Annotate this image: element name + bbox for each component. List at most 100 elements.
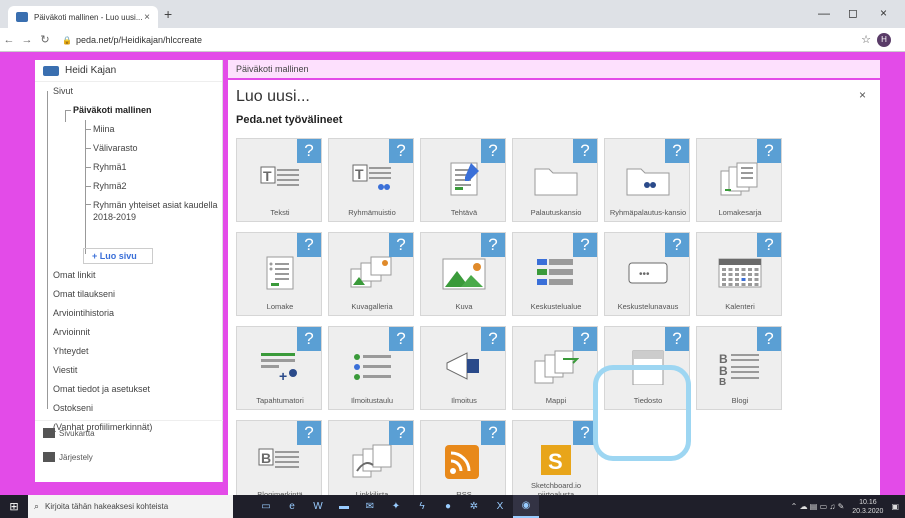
breadcrumb[interactable]: Päiväkoti mallinen — [228, 60, 880, 78]
maximize-button[interactable]: ◻ — [848, 6, 858, 20]
help-icon[interactable]: ? — [573, 233, 597, 257]
tool-tile-lomakesarja[interactable]: ? Lomakesarja — [696, 138, 782, 222]
help-icon[interactable]: ? — [665, 139, 689, 163]
sidebar-item-omat-tiedot[interactable]: Omat tiedot ja asetukset — [45, 380, 152, 399]
tool-tile-linkkilista[interactable]: ?Linkkilista — [328, 420, 414, 504]
tool-tile-tehtävä[interactable]: ? Tehtävä — [420, 138, 506, 222]
file-explorer-icon[interactable]: ▬ — [331, 495, 357, 518]
sidebar-item-ryhma2[interactable]: Ryhmä2 — [45, 177, 222, 196]
sidebar-item-ostokseni[interactable]: Ostokseni — [45, 399, 152, 418]
help-icon[interactable]: ? — [757, 327, 781, 351]
tool-tile-palautuskansio[interactable]: ? Palautuskansio — [512, 138, 598, 222]
tool-tile-kalenteri[interactable]: ? Kalenteri — [696, 232, 782, 316]
clock[interactable]: 10.16 20.3.2020 — [852, 498, 883, 516]
favicon-icon — [16, 12, 28, 22]
sidebar-user[interactable]: Heidi Kajan — [35, 60, 222, 82]
sidebar-item-ryhma1[interactable]: Ryhmä1 — [45, 158, 222, 177]
sidebar-item-ryhman-yhteiset[interactable]: Ryhmän yhteiset asiat kaudella 2018-2019 — [45, 196, 222, 224]
help-icon[interactable]: ? — [757, 139, 781, 163]
help-icon[interactable]: ? — [481, 139, 505, 163]
help-icon[interactable]: ? — [297, 327, 321, 351]
help-icon[interactable]: ? — [481, 421, 505, 445]
tool-tile-ryhmäpalautus-kansio[interactable]: ? Ryhmäpalautus-kansio — [604, 138, 690, 222]
help-icon[interactable]: ? — [297, 233, 321, 257]
sidebar-item-omat-linkit[interactable]: Omat linkit — [45, 266, 152, 285]
tool-tile-blogimerkintä[interactable]: B?Blogimerkintä — [236, 420, 322, 504]
tool-tile-ilmoitus[interactable]: ? Ilmoitus — [420, 326, 506, 410]
tool-tile-kuva[interactable]: ? Kuva — [420, 232, 506, 316]
arrange-link[interactable]: Järjestely — [35, 445, 223, 469]
tool-tile-keskustelualue[interactable]: ? Keskustelualue — [512, 232, 598, 316]
windows-start-icon[interactable]: ⊞ — [0, 500, 28, 513]
tool-tile-ryhmämuistio[interactable]: T? Ryhmämuistio — [328, 138, 414, 222]
sidebar-item-omat-tilaukseni[interactable]: Omat tilaukseni — [45, 285, 152, 304]
help-icon[interactable]: ? — [389, 421, 413, 445]
reload-icon[interactable]: ↻ — [36, 33, 54, 46]
tool-tile-keskustelunavaus[interactable]: •••? Keskustelunavaus — [604, 232, 690, 316]
tool-tile-rss[interactable]: ?RSS — [420, 420, 506, 504]
sidebar-item-arvioinnit[interactable]: Arvioinnit — [45, 323, 152, 342]
back-arrow-icon[interactable]: ← — [0, 34, 18, 46]
sidebar-item-yhteydet[interactable]: Yhteydet — [45, 342, 152, 361]
close-panel-button[interactable]: × — [859, 88, 866, 102]
dropbox-icon[interactable]: ✦ — [383, 495, 409, 518]
sidebar-item-arviointihistoria[interactable]: Arviointihistoria — [45, 304, 152, 323]
tool-tile-teksti[interactable]: T? Teksti — [236, 138, 322, 222]
settings-icon[interactable]: ✲ — [461, 495, 487, 518]
tool-label: Keskustelualue — [530, 302, 582, 311]
sidebar-item-paivakoti[interactable]: Päiväkoti mallinen — [45, 101, 222, 120]
blog-icon: BBB — [719, 352, 759, 385]
url-field[interactable]: 🔒 peda.net/p/Heidikajan/hlccreate — [62, 35, 202, 45]
app-icon[interactable]: ● — [435, 495, 461, 518]
sitemap-link[interactable]: Sivukartta — [35, 421, 223, 445]
taskbar-search[interactable]: ⌕ Kirjoita tähän hakeaksesi kohteista — [28, 495, 233, 518]
tool-tile-ilmoitustaulu[interactable]: ? Ilmoitustaulu — [328, 326, 414, 410]
tool-tile-kuvagalleria[interactable]: ? Kuvagalleria — [328, 232, 414, 316]
minimize-button[interactable]: — — [818, 6, 830, 20]
rss-icon — [445, 445, 479, 479]
help-icon[interactable]: ? — [573, 327, 597, 351]
help-icon[interactable]: ? — [297, 139, 321, 163]
sidebar-item-valivarasto[interactable]: Välivarasto — [45, 139, 222, 158]
tool-tile-mappi[interactable]: ? Mappi — [512, 326, 598, 410]
help-icon[interactable]: ? — [481, 233, 505, 257]
mail-icon[interactable]: ✉ — [357, 495, 383, 518]
lock-icon: 🔒 — [62, 35, 72, 45]
bolt-icon[interactable]: ϟ — [409, 495, 435, 518]
sidebar-item-miina[interactable]: Miina — [45, 120, 222, 139]
tool-tile-tapahtumatori[interactable]: +? Tapahtumatori — [236, 326, 322, 410]
tool-tile-blogi[interactable]: B B B? Blogi — [696, 326, 782, 410]
tool-tile-lomake[interactable]: ? Lomake — [236, 232, 322, 316]
svg-text:T: T — [355, 166, 364, 182]
create-page-button[interactable]: + Luo sivu — [83, 248, 153, 264]
calendar-icon — [718, 258, 762, 288]
tab-close-icon[interactable]: × — [144, 12, 150, 23]
word-icon[interactable]: W — [305, 495, 331, 518]
help-icon[interactable]: ? — [481, 327, 505, 351]
help-icon[interactable]: ? — [757, 233, 781, 257]
tray-icons[interactable]: ⌃ ☁ ▤ ▭ ♫ ✎ — [791, 502, 845, 511]
profile-avatar[interactable]: H — [877, 33, 891, 47]
new-tab-button[interactable]: + — [164, 6, 172, 22]
forward-arrow-icon[interactable]: → — [18, 34, 36, 46]
help-icon[interactable]: ? — [389, 327, 413, 351]
task-view-icon[interactable]: ▭ — [253, 495, 279, 518]
help-icon[interactable]: ? — [297, 421, 321, 445]
browser-tab[interactable]: Päiväkoti mallinen - Luo uusi... × — [8, 6, 158, 28]
notifications-icon[interactable]: ▣ — [891, 502, 899, 511]
close-window-button[interactable]: × — [880, 6, 887, 20]
help-icon[interactable]: ? — [573, 139, 597, 163]
help-icon[interactable]: ? — [665, 327, 689, 351]
group-memo-icon: T — [352, 164, 391, 190]
help-icon[interactable]: ? — [389, 139, 413, 163]
tool-tile-sketchboard-io-piirtoalusta[interactable]: S?Sketchboard.io piirtoalusta — [512, 420, 598, 504]
chrome-icon[interactable]: ◉ — [513, 495, 539, 518]
help-icon[interactable]: ? — [665, 233, 689, 257]
edge-icon[interactable]: e — [279, 495, 305, 518]
bookmark-star-icon[interactable]: ☆ — [861, 33, 871, 46]
excel-icon[interactable]: X — [487, 495, 513, 518]
sketchboard-icon: S — [541, 445, 571, 475]
sidebar-item-viestit[interactable]: Viestit — [45, 361, 152, 380]
sidebar-item-sivut[interactable]: Sivut — [45, 82, 222, 101]
help-icon[interactable]: ? — [389, 233, 413, 257]
